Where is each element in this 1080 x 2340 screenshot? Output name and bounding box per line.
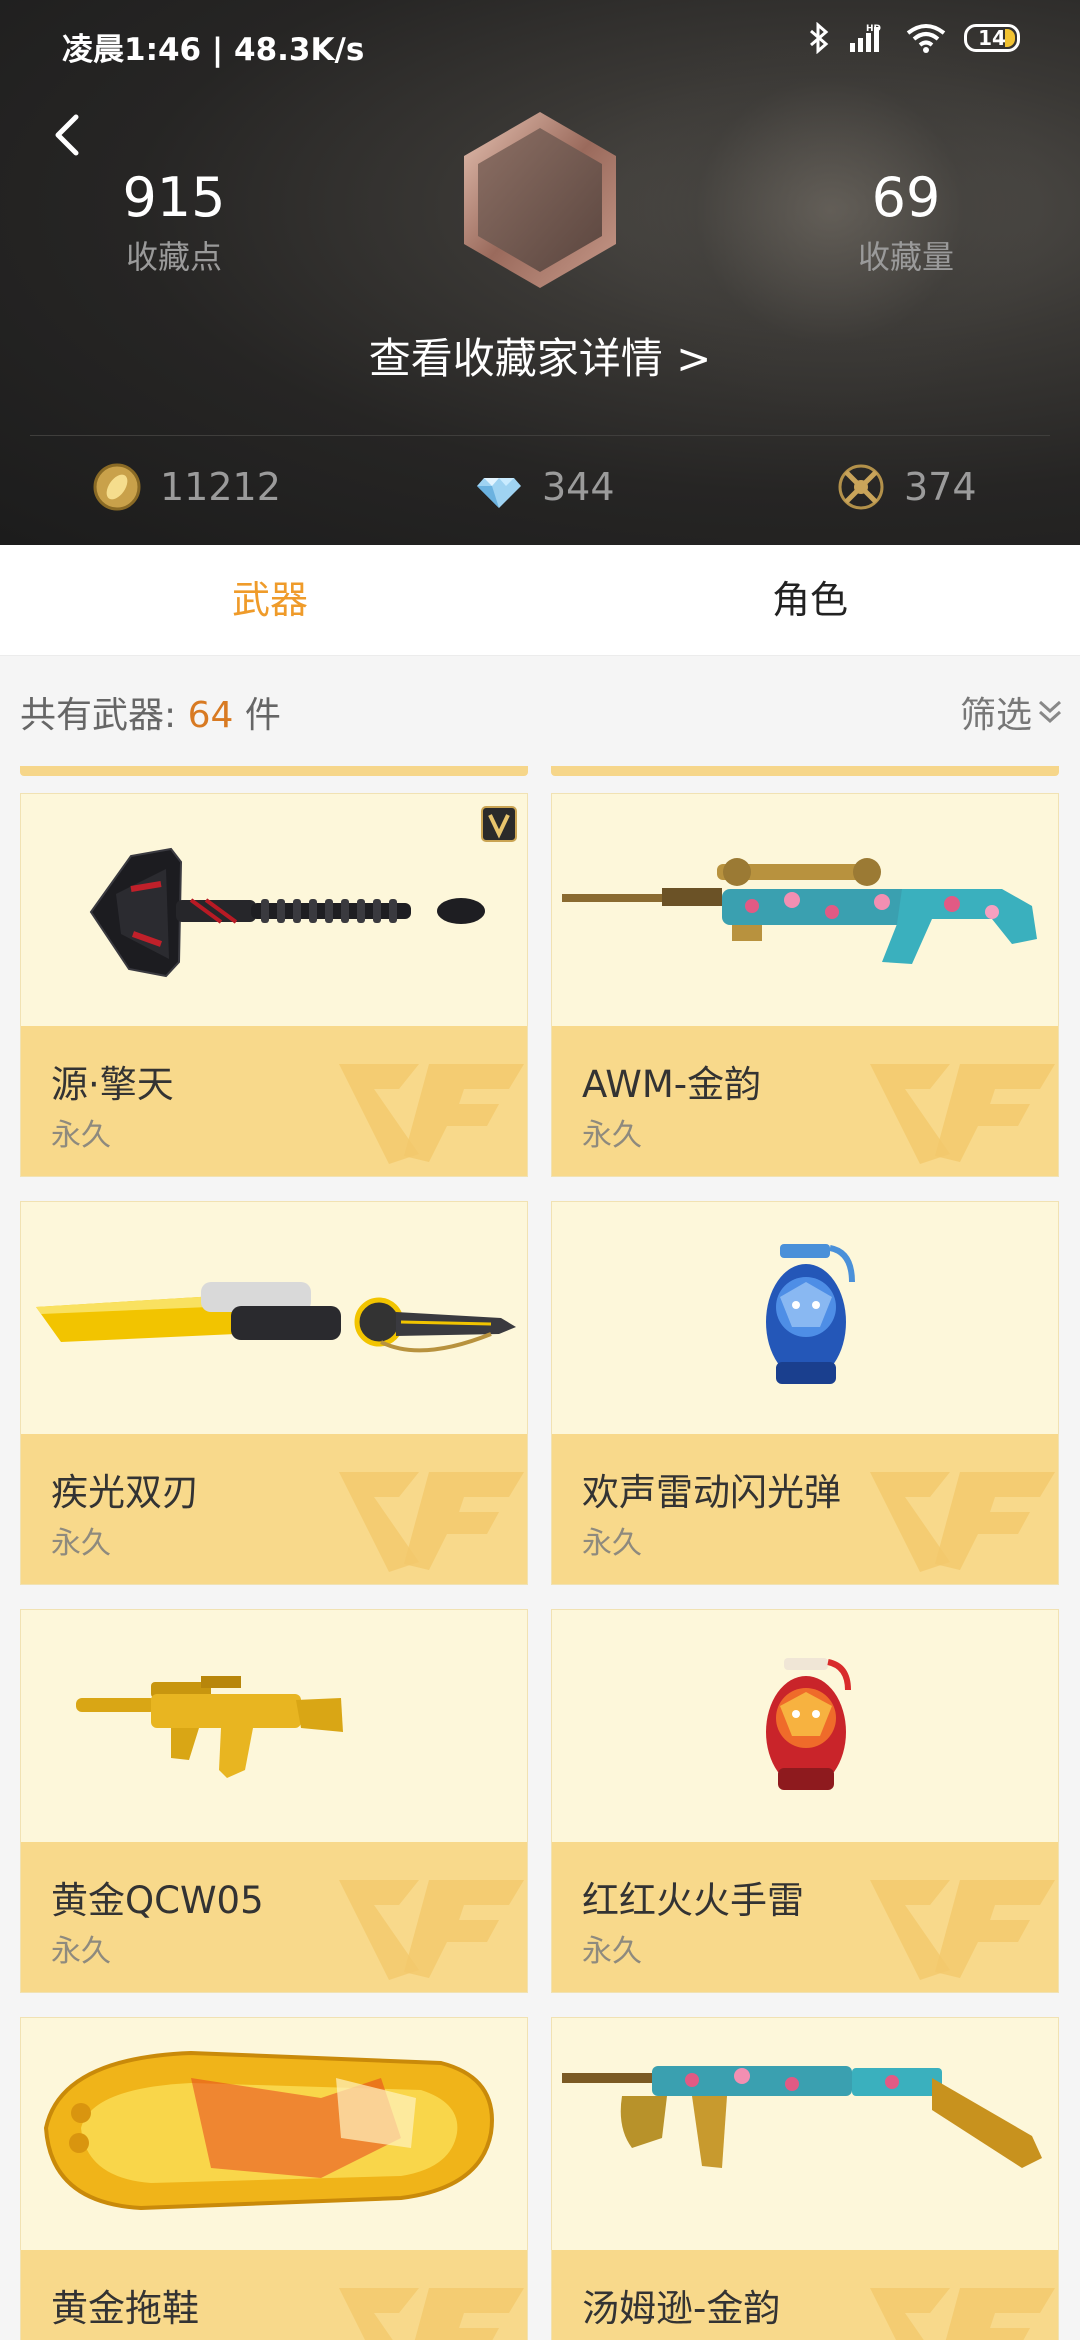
weapon-card[interactable]: 疾光双刃 永久 <box>20 1201 528 1585</box>
weapon-card[interactable]: 欢声雷动闪光弹 永久 <box>551 1201 1059 1585</box>
weapon-count-prefix: 共有武器: <box>20 695 188 736</box>
gold-coin-value: 11212 <box>160 465 281 509</box>
item-name: 黄金拖鞋 <box>51 2287 199 2330</box>
collection-points-value: 915 <box>122 166 226 229</box>
item-duration: 永久 <box>582 1118 642 1153</box>
item-name: 源·擎天 <box>51 1063 174 1106</box>
svg-text:HD: HD <box>866 24 881 34</box>
cf-logo-watermark <box>870 2288 1055 2340</box>
weapon-card[interactable]: AWM-金韵 永久 <box>551 793 1059 1177</box>
cf-logo-watermark <box>870 1472 1055 1572</box>
status-bar: 凌晨1:46 | 48.3K/s HD 14 <box>0 0 1080 92</box>
weapon-count-value: 64 <box>187 695 234 736</box>
collector-details-link[interactable]: 查看收藏家详情 > <box>0 325 1080 386</box>
collection-count-label: 收藏量 <box>857 238 954 276</box>
signal-icon: HD <box>850 24 881 52</box>
card-info: 黄金拖鞋 永久 <box>21 2250 527 2340</box>
yellow-blade-icon <box>36 1282 516 1353</box>
gold-coin-balance: 11212 <box>92 462 281 512</box>
wifi-icon <box>906 24 946 53</box>
status-time: 凌晨1:46 | 48.3K/s <box>62 32 365 68</box>
card-info: 欢声雷动闪光弹 永久 <box>552 1434 1058 1584</box>
header-divider <box>30 435 1050 436</box>
collection-count-value: 69 <box>871 166 941 229</box>
rank-badge-icon <box>464 112 616 288</box>
item-duration: 永久 <box>582 2334 642 2340</box>
diamond-icon <box>477 478 521 508</box>
weapon-card[interactable]: 黄金拖鞋 永久 <box>20 2017 528 2340</box>
collection-points-stat: 915 收藏点 <box>64 168 284 278</box>
previous-card-edge <box>551 766 1059 776</box>
crossed-swords-icon <box>838 464 884 510</box>
card-info: 红红火火手雷 永久 <box>552 1842 1058 1992</box>
diamond-value: 344 <box>542 465 615 509</box>
card-info: 疾光双刃 永久 <box>21 1434 527 1584</box>
item-name: 红红火火手雷 <box>582 1879 804 1922</box>
item-name: 黄金QCW05 <box>51 1879 264 1922</box>
black-shovel-icon <box>89 847 485 978</box>
card-info: AWM-金韵 永久 <box>552 1026 1058 1176</box>
item-duration: 永久 <box>51 1526 111 1561</box>
weapon-count-text: 共有武器: 64 件 <box>20 686 281 738</box>
cf-logo-watermark <box>339 1064 524 1164</box>
back-arrow-icon[interactable] <box>40 105 100 165</box>
honor-value: 374 <box>904 465 977 509</box>
weapon-summary-bar: 共有武器: 64 件 筛选 <box>0 656 1080 766</box>
previous-card-edge <box>20 766 528 776</box>
weapon-card[interactable]: 源·擎天 永久 <box>20 793 528 1177</box>
tab-characters[interactable]: 角色 <box>540 545 1080 655</box>
cf-logo-watermark <box>339 1880 524 1980</box>
floral-sniper-icon <box>562 858 1037 964</box>
card-info: 黄金QCW05 永久 <box>21 1842 527 1992</box>
card-info: 源·擎天 永久 <box>21 1026 527 1176</box>
battery-icon: 14 <box>964 24 1020 52</box>
gold-coin-icon <box>93 463 141 511</box>
collection-count-stat: 69 收藏量 <box>796 168 1016 278</box>
cf-logo-watermark <box>870 1880 1055 1980</box>
weapon-card[interactable]: 汤姆逊-金韵 永久 <box>551 2017 1059 2340</box>
weapon-card[interactable]: 红红火火手雷 永久 <box>551 1609 1059 1993</box>
item-duration: 永久 <box>51 1118 111 1153</box>
filter-button[interactable]: 筛选 <box>960 686 1064 738</box>
gold-smg-icon <box>76 1676 343 1778</box>
item-name: AWM-金韵 <box>582 1063 762 1106</box>
collection-header: 凌晨1:46 | 48.3K/s HD 14 915 收藏点 69 收藏量 查看… <box>0 0 1080 545</box>
filter-label: 筛选 <box>959 695 1032 736</box>
tab-weapons[interactable]: 武器 <box>0 545 540 655</box>
category-tabs: 武器 角色 <box>0 545 1080 656</box>
item-duration: 永久 <box>51 2334 111 2340</box>
collection-points-label: 收藏点 <box>125 238 222 276</box>
card-info: 汤姆逊-金韵 永久 <box>552 2250 1058 2340</box>
weapon-count-suffix: 件 <box>233 695 281 736</box>
chevron-down-double-icon <box>1038 700 1062 724</box>
cf-logo-watermark <box>870 1064 1055 1164</box>
honor-balance: 374 <box>836 462 977 512</box>
item-name: 欢声雷动闪光弹 <box>582 1471 841 1514</box>
item-name: 疾光双刃 <box>51 1471 199 1514</box>
cf-logo-watermark <box>339 2288 524 2340</box>
diamond-balance: 344 <box>474 462 615 512</box>
gold-slipper-icon <box>43 2050 494 2211</box>
item-duration: 永久 <box>582 1526 642 1561</box>
item-duration: 永久 <box>582 1934 642 1969</box>
weapon-card[interactable]: 黄金QCW05 永久 <box>20 1609 528 1993</box>
status-icons: HD 14 <box>808 22 1020 54</box>
item-name: 汤姆逊-金韵 <box>582 2287 781 2330</box>
blue-grenade-icon <box>766 1244 855 1384</box>
cf-logo-watermark <box>339 1472 524 1572</box>
weapon-grid: 源·擎天 永久 AWM-金韵 永久 疾光双刃 永久 欢声雷动闪光弹 永久 黄金Q… <box>0 766 1080 2340</box>
red-grenade-icon <box>766 1658 851 1790</box>
item-duration: 永久 <box>51 1934 111 1969</box>
bluetooth-icon <box>810 22 829 54</box>
vip-badge-icon <box>481 806 517 842</box>
floral-thompson-icon <box>562 2066 1042 2168</box>
